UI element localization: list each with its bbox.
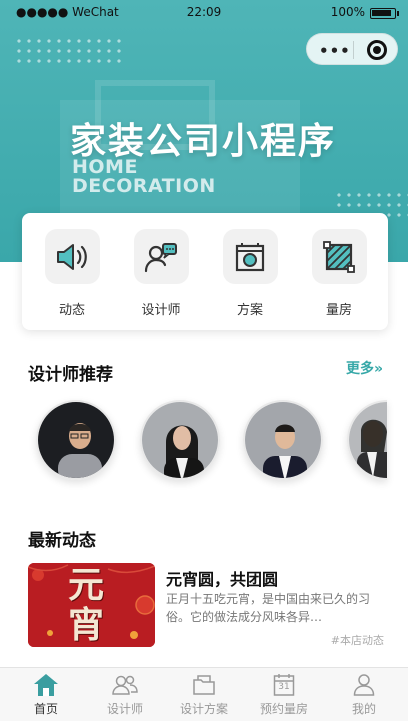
people-icon	[90, 672, 160, 698]
menu-item-label: 量房	[325, 303, 352, 318]
tab-profile[interactable]: 我的	[329, 672, 399, 717]
tab-home[interactable]: 首页	[11, 672, 81, 717]
menu-item-news[interactable]: 动态	[37, 229, 107, 318]
folder-icon	[169, 672, 239, 698]
news-item-title[interactable]: 元宵圆，共团圆	[166, 566, 278, 590]
designer-avatar-4[interactable]	[347, 400, 387, 480]
news-item-tag: #本店动态	[330, 634, 384, 647]
capsule-divider	[353, 41, 354, 59]
tab-label: 首页	[33, 702, 58, 716]
more-options-button[interactable]: •••	[319, 42, 351, 60]
menu-item-designer[interactable]: 设计师	[126, 229, 196, 318]
news-item-description: 正月十五吃元宵，是中国由来已久的习俗。它的做法成分风味各异…	[166, 592, 371, 624]
app-screen: 家装公司小程序 HOME DECORATION ●●●●● WeChat 22:…	[0, 0, 408, 721]
menu-item-label: 方案	[236, 303, 263, 318]
menu-item-plan[interactable]: 方案	[215, 229, 285, 318]
user-icon	[329, 672, 399, 698]
tab-book-measure[interactable]: 31 预约量房	[249, 672, 319, 717]
menu-item-label: 设计师	[141, 303, 181, 318]
speaker-icon	[44, 229, 100, 284]
news-thumbnail-text: 元宵	[68, 564, 105, 646]
close-miniprogram-button[interactable]	[367, 40, 387, 60]
designer-avatar-2[interactable]	[140, 400, 220, 480]
calendar-icon: 31	[249, 672, 319, 698]
designers-section-title: 设计师推荐	[28, 365, 113, 385]
calendar-day-number: 31	[278, 682, 290, 692]
tab-label: 设计方案	[179, 702, 228, 716]
banner-dots-decoration	[14, 36, 124, 66]
tab-label: 我的	[351, 702, 376, 716]
banner-subtitle-line2: DECORATION	[72, 175, 216, 197]
banner-subtitle: HOME DECORATION	[72, 158, 216, 196]
tab-designers[interactable]: 设计师	[90, 672, 160, 717]
bottom-tab-bar: 首页 设计师 设计方案 31 预约量房 我的	[0, 667, 408, 721]
designer-chat-icon	[133, 229, 189, 284]
miniprogram-capsule: •••	[306, 33, 398, 65]
designer-avatar-1[interactable]	[36, 400, 116, 480]
status-bar: ●●●●● WeChat 22:09 100%	[0, 0, 408, 24]
tab-label: 设计师	[106, 702, 143, 716]
news-thumbnail[interactable]: 元宵	[28, 563, 155, 647]
designer-avatar-3[interactable]	[243, 400, 323, 480]
designers-more-link[interactable]: 更多»	[346, 358, 383, 378]
battery-percent: 100%	[330, 5, 365, 19]
measure-icon	[311, 229, 367, 284]
tab-label: 预约量房	[259, 702, 308, 716]
menu-item-measure[interactable]: 量房	[304, 229, 374, 318]
home-icon	[11, 672, 81, 698]
news-section-title: 最新动态	[28, 531, 96, 551]
quick-menu-card: 动态 设计师 方案 量房	[22, 213, 388, 330]
plan-icon	[222, 229, 278, 284]
menu-item-label: 动态	[58, 303, 85, 318]
battery-icon	[370, 8, 399, 19]
tab-design-plans[interactable]: 设计方案	[169, 672, 239, 717]
